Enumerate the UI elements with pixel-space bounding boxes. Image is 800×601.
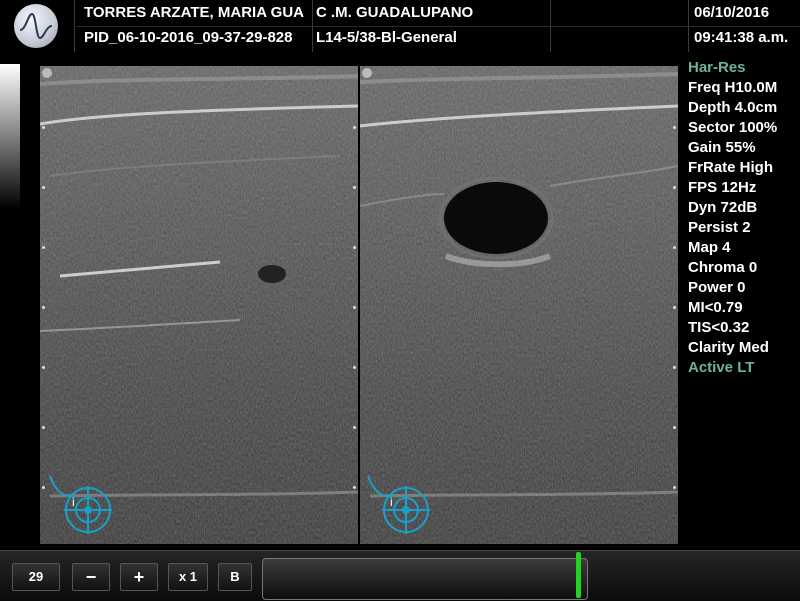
depth-marker — [353, 126, 356, 129]
waveform-logo-icon — [14, 4, 58, 48]
minus-button[interactable]: − — [72, 563, 110, 591]
depth-marker — [673, 246, 676, 249]
parameter-8: Persist 2 — [688, 219, 751, 236]
depth-marker — [353, 486, 356, 489]
svg-text:i: i — [390, 495, 393, 509]
zoom-button[interactable]: x 1 — [168, 563, 208, 591]
probe-orientation-icon: i — [367, 475, 430, 534]
parameter-13: TIS<0.32 — [688, 319, 750, 336]
probe-preset: L14-5/38-Bl-General — [316, 29, 457, 46]
cine-position-marker[interactable] — [576, 552, 581, 598]
svg-text:i: i — [72, 495, 75, 509]
depth-marker — [353, 246, 356, 249]
cine-scrollbar[interactable] — [262, 558, 588, 600]
depth-marker — [42, 126, 45, 129]
depth-marker — [673, 306, 676, 309]
parameter-6: FPS 12Hz — [688, 179, 757, 196]
mode-b-button[interactable]: B — [218, 563, 252, 591]
parameter-1: Freq H10.0M — [688, 79, 778, 96]
depth-marker — [42, 426, 45, 429]
parameter-3: Sector 100% — [688, 119, 778, 136]
parameter-14: Clarity Med — [688, 339, 769, 356]
parameter-9: Map 4 — [688, 239, 731, 256]
parameter-10: Chroma 0 — [688, 259, 758, 276]
parameter-0: Har-Res — [688, 59, 746, 76]
parameter-5: FrRate High — [688, 159, 774, 176]
depth-marker — [42, 366, 45, 369]
ultrasound-image-right[interactable]: i — [360, 66, 678, 544]
parameter-4: Gain 55% — [688, 139, 756, 156]
parameter-2: Depth 4.0cm — [688, 99, 778, 116]
probe-orientation-icon: i — [49, 475, 112, 534]
depth-marker — [42, 246, 45, 249]
depth-marker — [42, 306, 45, 309]
patient-name: TORRES ARZATE, MARIA GUA — [84, 4, 304, 21]
institution-name: C .M. GUADALUPANO — [316, 4, 474, 21]
plus-button[interactable]: + — [120, 563, 158, 591]
parameter-11: Power 0 — [688, 279, 746, 296]
imaging-parameters: Har-Res Freq H10.0M Depth 4.0cm Sector 100%… — [688, 58, 798, 378]
depth-marker — [673, 126, 676, 129]
patient-id: PID_06-10-2016_09-37-29-828 — [84, 29, 293, 46]
header-row-divider — [76, 26, 800, 27]
depth-marker — [42, 486, 45, 489]
parameter-15: Active LT — [688, 359, 755, 376]
frame-counter-button[interactable]: 29 — [12, 563, 60, 591]
exam-time: 09:41:38 a.m. — [694, 29, 789, 46]
depth-marker — [42, 186, 45, 189]
parameter-7: Dyn 72dB — [688, 199, 758, 216]
parameter-12: MI<0.79 — [688, 299, 743, 316]
orientation-dot-icon — [42, 68, 52, 78]
depth-marker — [673, 186, 676, 189]
depth-marker — [353, 186, 356, 189]
depth-marker — [673, 426, 676, 429]
depth-marker — [673, 366, 676, 369]
depth-marker — [353, 426, 356, 429]
depth-marker — [673, 486, 676, 489]
ultrasound-image-left[interactable]: i — [40, 66, 358, 544]
exam-date: 06/10/2016 — [694, 4, 770, 21]
depth-marker — [353, 306, 356, 309]
grayscale-bar — [0, 64, 20, 209]
depth-marker — [353, 366, 356, 369]
header-divider — [74, 0, 75, 52]
orientation-dot-icon — [362, 68, 372, 78]
